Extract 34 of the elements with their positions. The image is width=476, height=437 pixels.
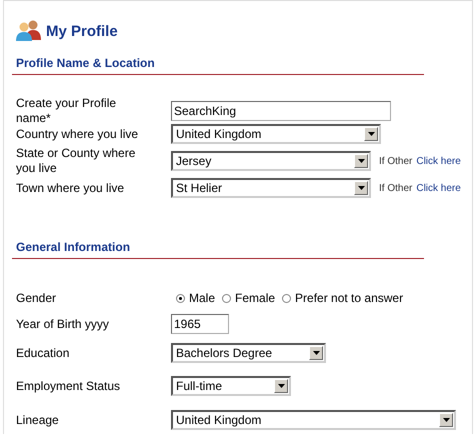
- field-label: Country where you live: [16, 126, 140, 142]
- dropdown[interactable]: United Kingdom: [171, 410, 456, 430]
- field-label: Create your Profile name*: [16, 96, 118, 126]
- users-icon: [16, 19, 42, 41]
- note-text: If Other: [379, 182, 412, 194]
- field-label: Town where you live: [16, 180, 126, 196]
- dropdown[interactable]: United Kingdom: [171, 124, 381, 144]
- field-label: Education: [16, 346, 70, 360]
- radio-option[interactable]: Male: [176, 291, 216, 305]
- note-text: If Other: [379, 156, 412, 166]
- caret-icon: [368, 132, 374, 136]
- caret-icon: [358, 159, 364, 163]
- radio-option[interactable]: Female: [222, 291, 276, 305]
- page-title: My Profile: [46, 23, 118, 41]
- dropdown[interactable]: Full-time: [171, 376, 291, 396]
- dropdown[interactable]: Bachelors Degree: [171, 343, 326, 363]
- section-heading: Profile Name & Location: [15, 55, 156, 71]
- text-field[interactable]: SearchKing: [171, 101, 391, 121]
- dropdown[interactable]: Jersey: [171, 151, 371, 171]
- dropdown[interactable]: St Helier: [171, 178, 371, 198]
- field-label: Year of Birth yyyy: [16, 316, 110, 332]
- caret-icon: [358, 186, 364, 190]
- field-label: Gender: [16, 290, 58, 306]
- field-label: Employment Status: [16, 378, 122, 394]
- text-field[interactable]: 1965: [171, 314, 229, 334]
- caret-icon: [278, 384, 284, 388]
- caret-icon: [442, 418, 450, 422]
- click-here-link[interactable]: Click here: [416, 156, 461, 166]
- section-heading: General Information: [15, 239, 132, 255]
- caret-icon: [312, 351, 320, 355]
- radio-option[interactable]: Prefer not to answer: [282, 291, 404, 305]
- click-here-link[interactable]: Click here: [416, 182, 461, 194]
- field-label: Lineage: [16, 412, 60, 428]
- field-label: State or County where you live: [16, 146, 136, 176]
